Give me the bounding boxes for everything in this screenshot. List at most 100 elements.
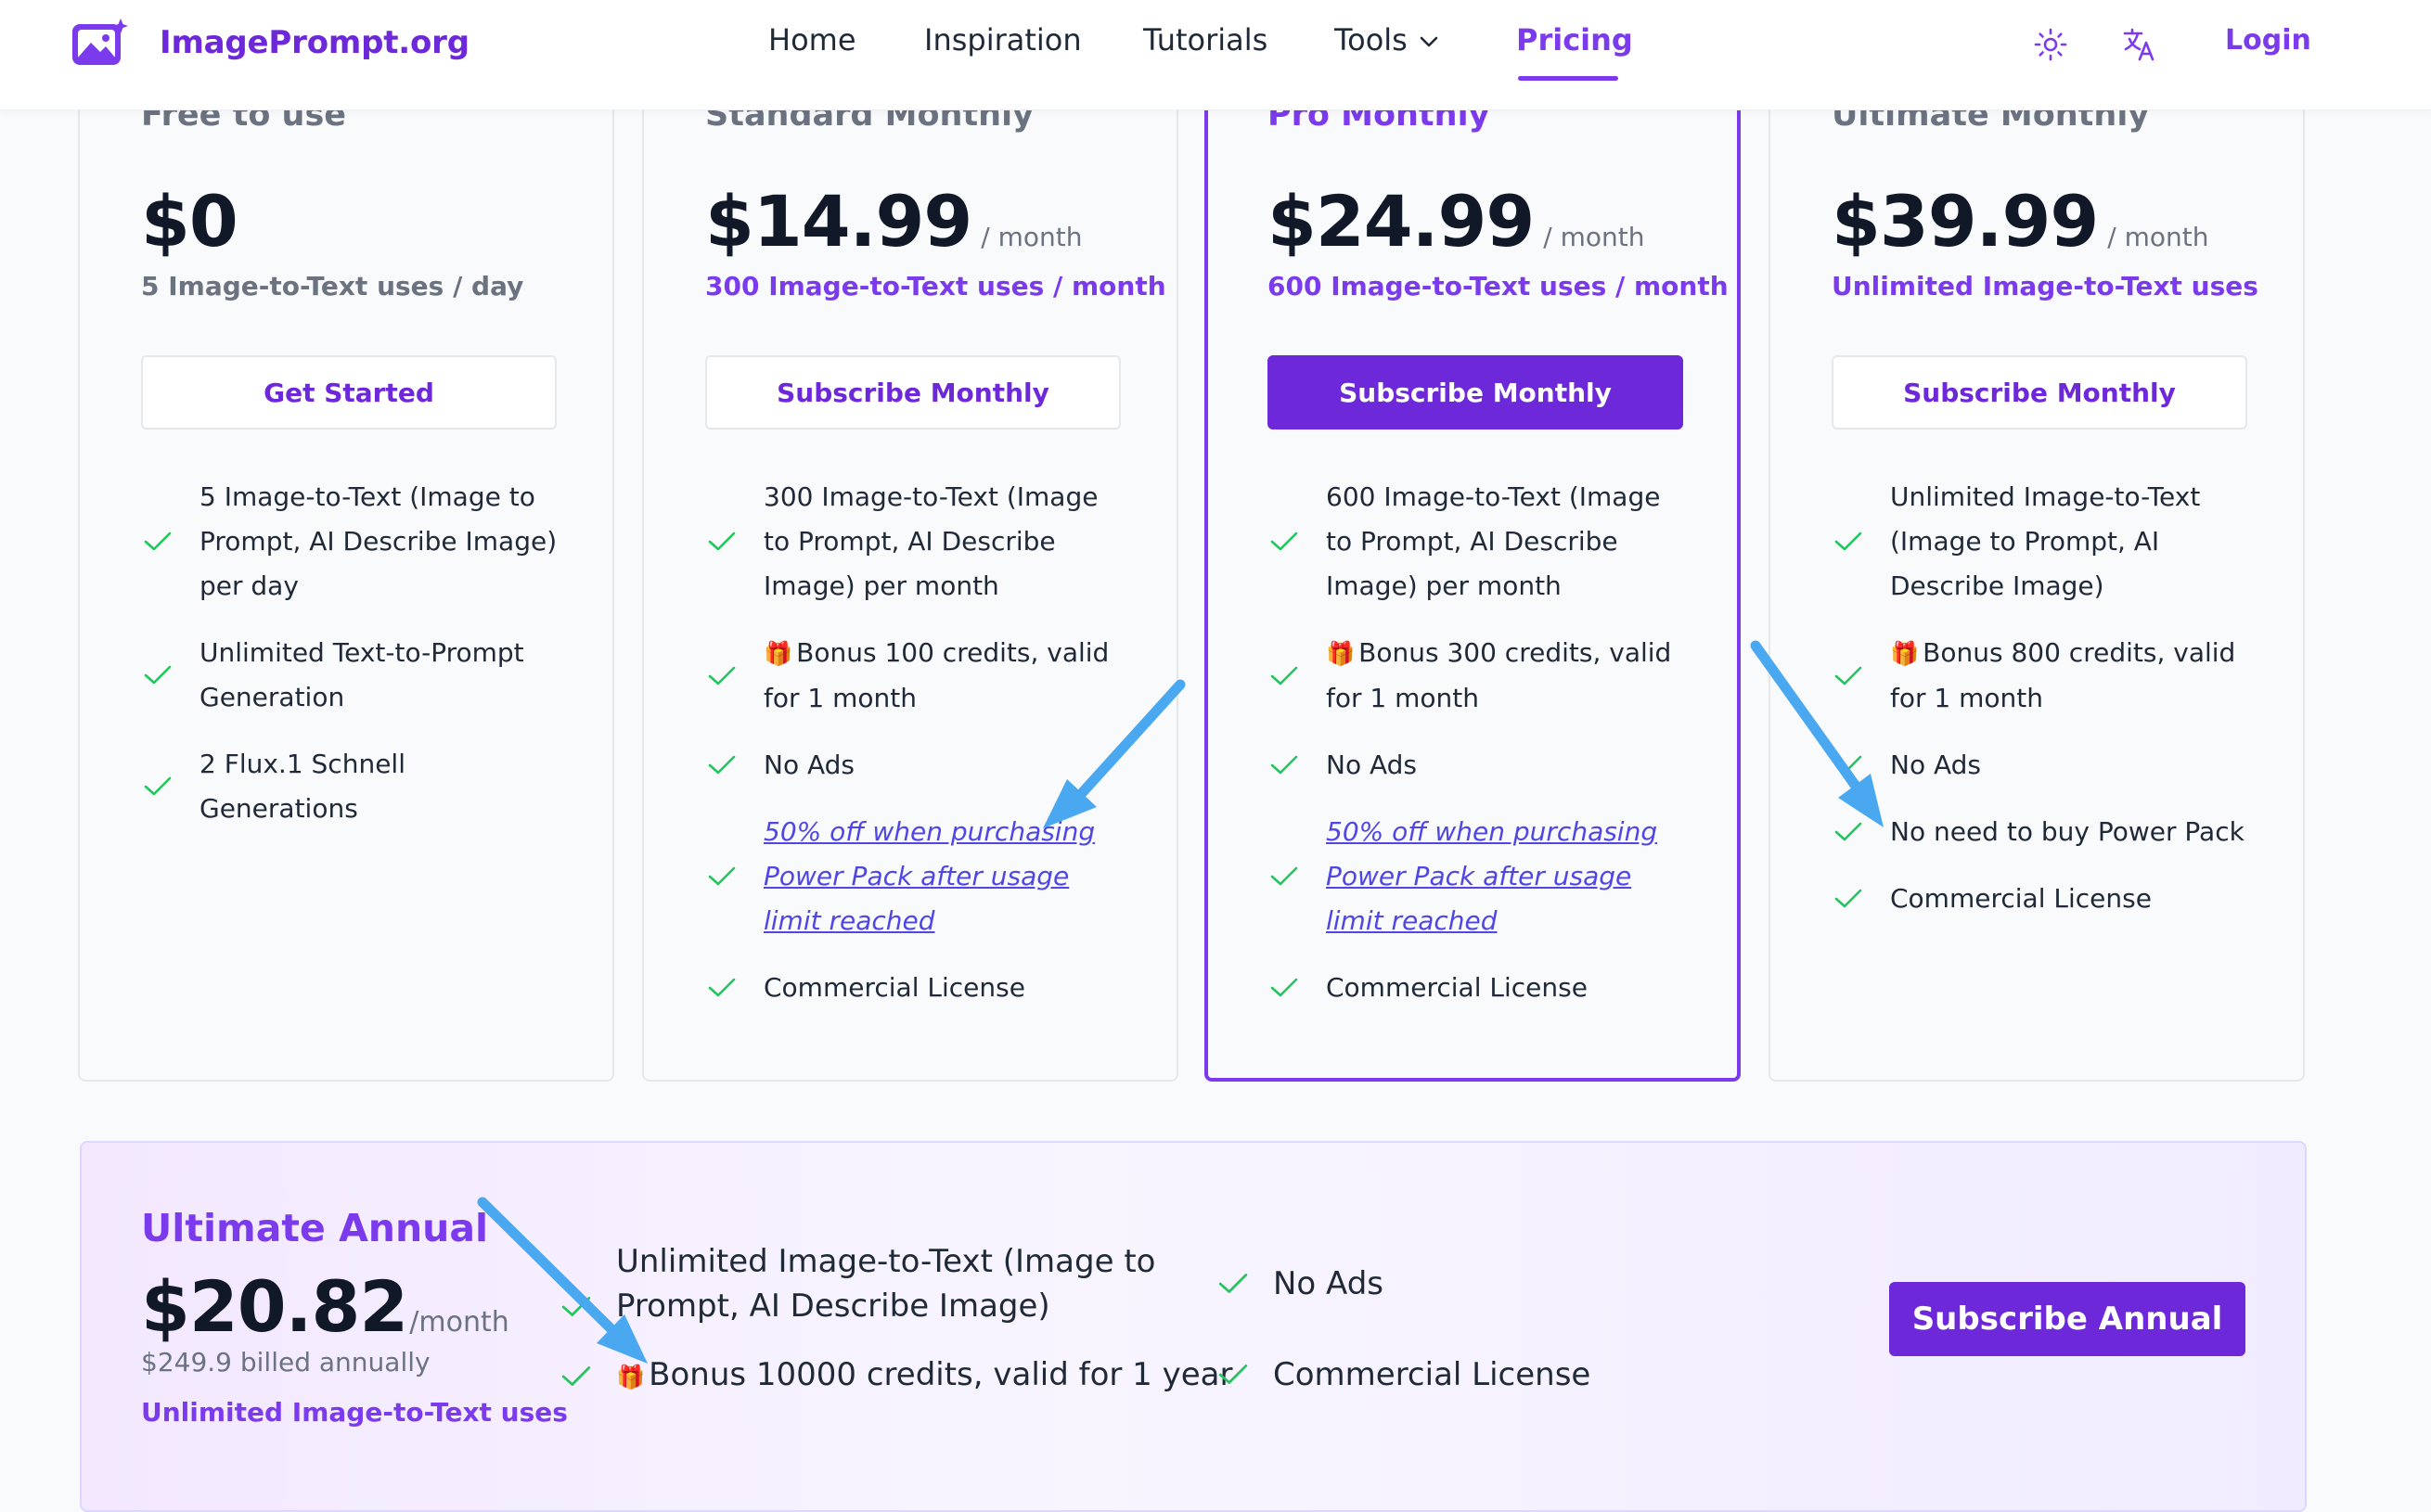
nav-tutorials[interactable]: Tutorials [1143, 22, 1267, 78]
plan-price: $39.99 [1832, 180, 2099, 263]
subscribe-monthly-button[interactable]: Subscribe Monthly [705, 355, 1121, 429]
check-icon [708, 978, 736, 997]
feature-text: Bonus 800 credits, valid for 1 month [1890, 637, 2236, 713]
feature-item: 50% off when purchasing Power Pack after… [1267, 810, 1694, 943]
check-icon [561, 1365, 591, 1386]
check-icon [1218, 1274, 1248, 1293]
image-sparkle-logo-icon [72, 19, 128, 65]
check-icon [1270, 978, 1298, 997]
feature-text: Commercial License [1273, 1356, 1591, 1393]
plan-usage-summary: Unlimited Image-to-Text uses [1832, 271, 2258, 301]
login-link[interactable]: Login [2225, 24, 2311, 57]
feature-item: 2 Flux.1 Schnell Generations [141, 742, 568, 831]
nav-tools-label: Tools [1334, 22, 1408, 58]
subscribe-monthly-button[interactable]: Subscribe Monthly [1267, 355, 1683, 429]
sun-icon[interactable] [2032, 26, 2069, 63]
subscribe-monthly-button[interactable]: Subscribe Monthly [1832, 355, 2247, 429]
gift-icon: 🎁 [616, 1364, 646, 1390]
check-icon [708, 532, 736, 551]
check-icon [1270, 755, 1298, 775]
feature-text: No Ads [1326, 750, 1417, 780]
nav-tools-dropdown[interactable]: Tools [1334, 22, 1439, 78]
feature-item: Commercial License [705, 966, 1132, 1010]
plan-usage-summary: 300 Image-to-Text uses / month [705, 271, 1166, 301]
check-icon [1218, 1365, 1248, 1384]
feature-text: 2 Flux.1 Schnell Generations [199, 749, 405, 824]
nav-home[interactable]: Home [768, 22, 856, 78]
feature-text: No need to buy Power Pack [1890, 816, 2244, 847]
feature-item: 🎁 Bonus 100 credits, valid for 1 month [705, 631, 1132, 721]
check-icon [1270, 532, 1298, 551]
feature-item: Commercial License [1267, 966, 1694, 1010]
feature-text: Commercial License [764, 972, 1025, 1003]
plan-usage-summary: 5 Image-to-Text uses / day [141, 271, 524, 301]
feature-text: 600 Image-to-Text (Image to Prompt, AI D… [1326, 481, 1661, 601]
feature-item: Commercial License [1216, 1352, 1590, 1397]
brand-name: ImagePrompt.org [160, 24, 469, 61]
feature-item: No Ads [705, 743, 1132, 788]
feature-item: 300 Image-to-Text (Image to Prompt, AI D… [705, 475, 1132, 609]
price-row: $14.99 / month [705, 180, 1083, 263]
feature-list: 300 Image-to-Text (Image to Prompt, AI D… [705, 475, 1132, 1032]
feature-text: Unlimited Text-to-Prompt Generation [199, 637, 524, 712]
feature-item: 🎁 Bonus 300 credits, valid for 1 month [1267, 631, 1694, 721]
plan-name: Ultimate Annual [141, 1206, 489, 1250]
check-icon [1834, 532, 1862, 551]
price-row: $20.82 /month [141, 1265, 509, 1348]
active-nav-indicator [1518, 76, 1618, 81]
check-icon [1834, 889, 1862, 908]
plan-card-pro-monthly: Pro Monthly $24.99 / month 600 Image-to-… [1204, 56, 1741, 1082]
billing-note: $249.9 billed annually [141, 1347, 431, 1377]
translate-icon[interactable] [2121, 26, 2158, 63]
feature-item: 🎁 Bonus 10000 credits, valid for 1 year [559, 1352, 1232, 1400]
price-period: / month [2107, 222, 2209, 252]
top-navigation-bar: ImagePrompt.org Home Inspiration Tutoria… [0, 0, 2431, 110]
feature-list: Unlimited Image-to-Text (Image to Prompt… [1832, 475, 2258, 943]
price-period: / month [1543, 222, 1645, 252]
brand[interactable]: ImagePrompt.org [71, 17, 469, 69]
price-period: /month [409, 1306, 509, 1339]
gift-icon: 🎁 [1326, 640, 1356, 667]
check-icon [1270, 666, 1298, 685]
feature-item: Unlimited Image-to-Text (Image to Prompt… [1832, 475, 2258, 609]
feature-item: Commercial License [1832, 877, 2258, 921]
feature-item: 🎁 Bonus 800 credits, valid for 1 month [1832, 631, 2258, 721]
check-icon [144, 665, 172, 685]
price-row: $39.99 / month [1832, 180, 2209, 263]
plan-price: $0 [141, 180, 238, 263]
price-row: $0 [141, 180, 238, 263]
plan-card-free: Free to use $0 5 Image-to-Text uses / da… [78, 56, 614, 1082]
power-pack-discount-link[interactable]: 50% off when purchasing Power Pack after… [764, 816, 1095, 936]
feature-text: 5 Image-to-Text (Image to Prompt, AI Des… [199, 481, 558, 601]
nav-inspiration[interactable]: Inspiration [924, 22, 1082, 78]
power-pack-discount-link[interactable]: 50% off when purchasing Power Pack after… [1326, 816, 1657, 936]
get-started-button[interactable]: Get Started [141, 355, 557, 429]
nav-pricing[interactable]: Pricing [1516, 22, 1633, 78]
gift-icon: 🎁 [1890, 640, 1920, 667]
check-icon [708, 666, 736, 685]
feature-item: 5 Image-to-Text (Image to Prompt, AI Des… [141, 475, 568, 609]
plan-card-ultimate-monthly: Ultimate Monthly $39.99 / month Unlimite… [1769, 56, 2305, 1082]
check-icon [708, 866, 736, 886]
feature-item: 50% off when purchasing Power Pack after… [705, 810, 1132, 943]
check-icon [1270, 866, 1298, 886]
feature-text: No Ads [764, 750, 855, 780]
check-icon [1834, 666, 1862, 685]
plan-price: $14.99 [705, 180, 972, 263]
feature-item: No need to buy Power Pack [1832, 810, 2258, 854]
check-icon [1834, 822, 1862, 841]
check-icon [144, 532, 172, 551]
feature-item: Unlimited Text-to-Prompt Generation [141, 631, 568, 720]
feature-text: No Ads [1890, 750, 1981, 780]
plan-price: $24.99 [1267, 180, 1535, 263]
feature-list: 600 Image-to-Text (Image to Prompt, AI D… [1267, 475, 1694, 1032]
feature-list: 5 Image-to-Text (Image to Prompt, AI Des… [141, 475, 568, 853]
feature-item: No Ads [1267, 743, 1694, 788]
price-row: $24.99 / month [1267, 180, 1645, 263]
feature-item: Unlimited Image-to-Text (Image to Prompt… [559, 1239, 1191, 1328]
feature-item: No Ads [1216, 1262, 1383, 1306]
feature-text: No Ads [1273, 1265, 1383, 1302]
subscribe-annual-button[interactable]: Subscribe Annual [1889, 1282, 2245, 1356]
feature-item: No Ads [1832, 743, 2258, 788]
check-icon [144, 776, 172, 796]
